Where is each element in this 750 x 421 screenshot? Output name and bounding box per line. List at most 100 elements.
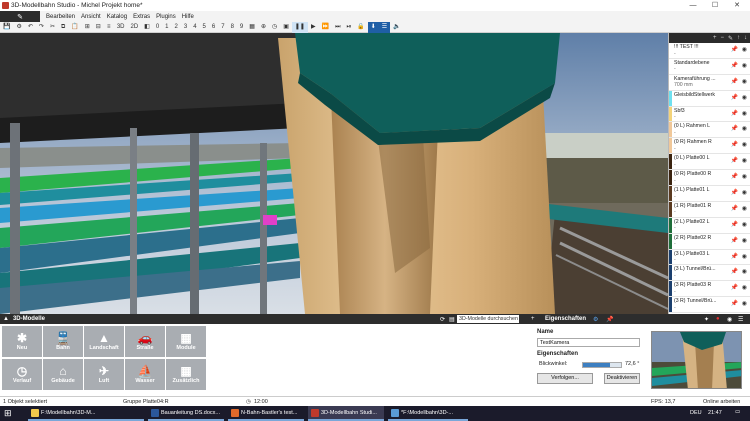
layer-row[interactable]: !!! TEST !!! - 📌 ◉: [669, 43, 750, 59]
redo-icon[interactable]: ↷: [36, 22, 47, 33]
paste-icon[interactable]: 📋: [68, 22, 81, 33]
eye-icon[interactable]: ◉: [742, 222, 747, 229]
fov-slider[interactable]: [582, 362, 622, 368]
windows-start-icon[interactable]: ⊞: [4, 408, 12, 419]
follow-button[interactable]: Verfolgen...: [537, 373, 593, 384]
eye-icon[interactable]: ◉: [742, 301, 747, 308]
catalog-tile-wasser[interactable]: ⛵ Wasser: [125, 359, 165, 390]
eye-icon[interactable]: ◉: [742, 254, 747, 261]
layer-button-4[interactable]: 4: [190, 22, 199, 33]
record-icon[interactable]: ●: [716, 316, 720, 322]
layer-button-9[interactable]: 9: [237, 22, 246, 33]
expand-icon[interactable]: ▲: [3, 316, 9, 322]
faster-button[interactable]: ⏭: [332, 22, 343, 33]
taskbar-clock[interactable]: 21:47: [708, 410, 722, 416]
pin-icon[interactable]: 📌: [731, 206, 738, 213]
play-button[interactable]: ▶: [308, 22, 319, 33]
layers-icon[interactable]: ☰: [378, 21, 391, 33]
layer-button-2[interactable]: 2: [172, 22, 181, 33]
catalog-tile-verlauf[interactable]: ◷ Verlauf: [2, 359, 42, 390]
refresh-icon[interactable]: ⟳: [440, 316, 445, 323]
pin-icon[interactable]: 📌: [731, 301, 738, 308]
pin-icon[interactable]: 📌: [731, 126, 738, 133]
remove-layer-icon[interactable]: −: [720, 35, 724, 41]
layer-row[interactable]: (3 R) Platte03 R - 📌 ◉: [669, 281, 750, 298]
taskbar-item[interactable]: *F:\Modellbahn\3D-...: [388, 406, 468, 421]
menu-item-ansicht[interactable]: Ansicht: [81, 14, 101, 20]
clock-icon[interactable]: ◷: [269, 22, 280, 33]
pin-icon[interactable]: 📌: [731, 222, 738, 229]
measure-icon[interactable]: ⊕: [258, 22, 269, 33]
3d-viewport[interactable]: [0, 33, 668, 314]
layer-row[interactable]: Standardebene - 📌 ◉: [669, 58, 750, 75]
layer-button-5[interactable]: 5: [200, 22, 209, 33]
layer-props-icon[interactable]: ✎: [728, 35, 733, 42]
pin-icon[interactable]: 📌: [731, 269, 738, 276]
layer-button-6[interactable]: 6: [209, 22, 218, 33]
settings-icon[interactable]: ⚙: [13, 22, 24, 33]
language-indicator[interactable]: DEU: [690, 410, 702, 416]
eye-icon[interactable]: ◉: [742, 79, 747, 86]
catalog-tile-gebäude[interactable]: ⌂ Gebäude: [43, 359, 83, 390]
eye-icon[interactable]: ◉: [742, 285, 747, 292]
move-up-icon[interactable]: ↑: [737, 35, 740, 41]
menu-item-extras[interactable]: Extras: [133, 14, 150, 20]
pin-icon[interactable]: 📌: [731, 111, 738, 118]
catalog-tile-neu[interactable]: ✱ Neu: [2, 326, 42, 357]
cut-icon[interactable]: ✂: [47, 22, 58, 33]
eye-icon[interactable]: ◉: [742, 190, 747, 197]
layer-button-3[interactable]: 3: [181, 22, 190, 33]
speaker-icon[interactable]: 🔈: [390, 22, 403, 33]
catalog-tile-zusätzlich[interactable]: ▦ Zusätzlich: [166, 359, 206, 390]
pin-icon[interactable]: 📌: [731, 158, 738, 165]
layer-row[interactable]: (2 L) Platte02 L - 📌 ◉: [669, 217, 750, 234]
grid-icon[interactable]: ▦: [246, 22, 258, 33]
taskbar-item[interactable]: Bauanleitung DS.docx...: [148, 406, 224, 421]
eye-icon[interactable]: ◉: [742, 47, 747, 54]
catalog-tile-luft[interactable]: ✈ Luft: [84, 359, 124, 390]
eye-icon[interactable]: ◉: [742, 95, 747, 102]
pin-icon[interactable]: 📌: [731, 174, 738, 181]
group-icon[interactable]: ⊞: [82, 22, 93, 33]
catalog-tile-landschaft[interactable]: ▲ Landschaft: [84, 326, 124, 357]
camera-icon[interactable]: ◧: [141, 22, 153, 33]
menu-item-bearbeiten[interactable]: Bearbeiten: [46, 14, 75, 20]
copy-icon[interactable]: ⧉: [58, 22, 68, 33]
save-icon[interactable]: 💾: [0, 22, 13, 33]
taskbar-item[interactable]: 3D-Modellbahn Studi...: [308, 406, 384, 421]
pin-icon[interactable]: 📌: [731, 254, 738, 261]
deactivate-button[interactable]: Deaktivieren: [604, 373, 640, 384]
add-model-icon[interactable]: +: [531, 316, 535, 322]
catalog-tile-straße[interactable]: 🚗 Straße: [125, 326, 165, 357]
skip-end-button[interactable]: ⏯: [343, 22, 354, 33]
eye-icon[interactable]: ◉: [742, 158, 747, 165]
eye-icon[interactable]: ◉: [742, 238, 747, 245]
menu-icon[interactable]: ☰: [738, 316, 743, 323]
menu-item-plugins[interactable]: Plugins: [156, 14, 176, 20]
taskbar-item[interactable]: N-Bahn-Bastler's test...: [228, 406, 304, 421]
folder-icon[interactable]: ▤: [449, 316, 455, 323]
view-2d-button[interactable]: 2D: [127, 22, 141, 33]
layer-row[interactable]: Kameraführung ... 700 mm 📌 ◉: [669, 74, 750, 91]
eye-icon[interactable]: ◉: [742, 206, 747, 213]
pin-icon[interactable]: 📌: [731, 285, 738, 292]
minimize-button[interactable]: —: [682, 0, 704, 11]
catalog-tile-bahn[interactable]: 🚆 Bahn: [43, 326, 83, 357]
pin-icon[interactable]: 📌: [731, 190, 738, 197]
scene-icon[interactable]: ▣: [280, 22, 292, 33]
align-icon[interactable]: ≡: [104, 22, 114, 33]
catalog-search-input[interactable]: 3D-Modelle durchsuchen: [457, 315, 519, 323]
lock-icon[interactable]: 🔒: [354, 22, 367, 33]
layer-row[interactable]: Sbf3- 📌 ◉: [669, 106, 750, 123]
file-menu-button[interactable]: ✎: [0, 11, 40, 22]
add-layer-icon[interactable]: +: [713, 35, 717, 41]
ungroup-icon[interactable]: ⊟: [93, 22, 104, 33]
menu-item-hilfe[interactable]: Hilfe: [182, 14, 194, 20]
pin-icon[interactable]: 📌: [731, 142, 738, 149]
layer-button-0[interactable]: 0: [153, 22, 162, 33]
pin-icon[interactable]: 📌: [731, 79, 738, 86]
view-3d-button[interactable]: 3D: [114, 22, 128, 33]
layer-row[interactable]: (1 R) Platte01 R - 📌 ◉: [669, 201, 750, 218]
catalog-tile-module[interactable]: ▦ Module: [166, 326, 206, 357]
layer-button-8[interactable]: 8: [228, 22, 237, 33]
